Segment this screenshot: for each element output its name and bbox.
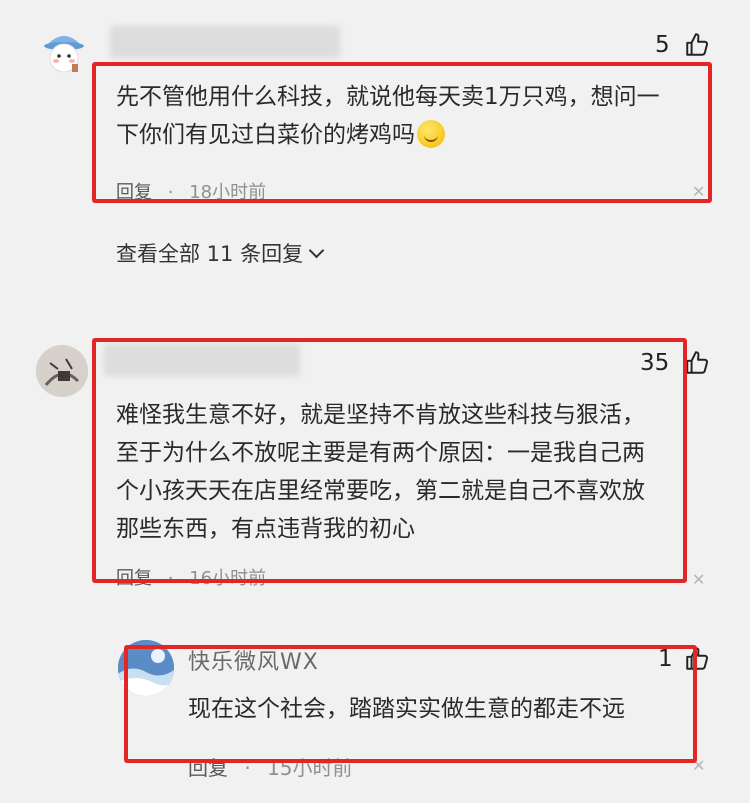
view-all-replies-button[interactable]: 查看全部 11 条回复 <box>116 238 325 268</box>
view-all-label: 查看全部 11 条回复 <box>116 242 304 266</box>
highlight-box <box>124 645 697 763</box>
avatar[interactable] <box>38 24 90 76</box>
avatar[interactable] <box>36 345 88 397</box>
highlight-box <box>92 338 687 583</box>
thumbs-up-icon[interactable] <box>684 32 710 58</box>
highlight-box <box>92 62 712 203</box>
like-count: 5 <box>655 32 670 58</box>
username-redacted <box>110 26 340 58</box>
thumbs-up-icon[interactable] <box>684 350 710 376</box>
close-icon[interactable]: ✕ <box>692 570 705 589</box>
chevron-down-icon <box>308 242 325 259</box>
